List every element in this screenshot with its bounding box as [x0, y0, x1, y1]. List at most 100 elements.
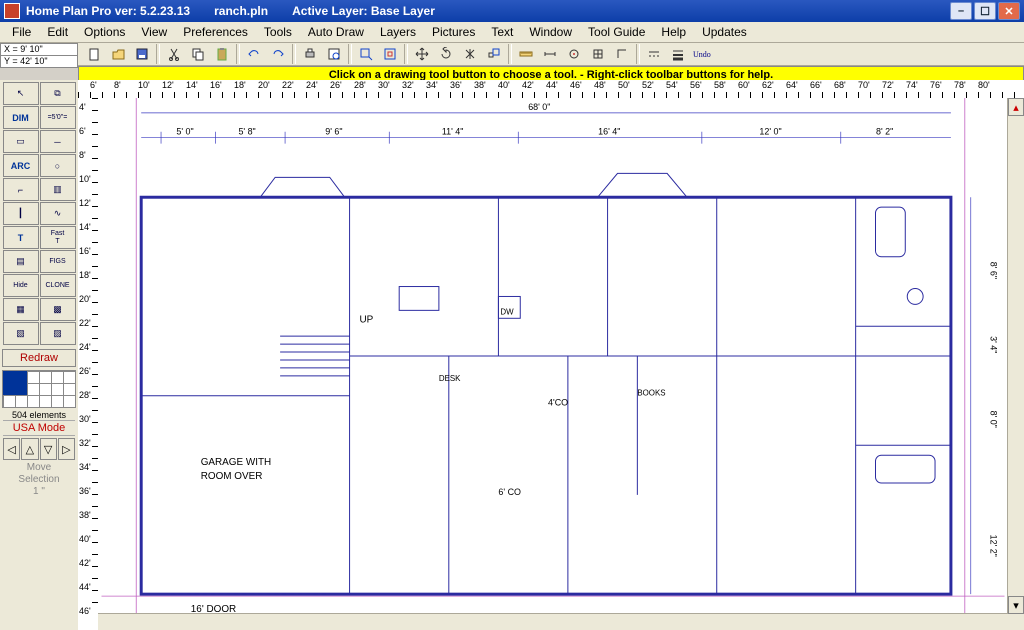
measure-button[interactable] [514, 43, 538, 65]
arc-tool[interactable]: ARC [3, 154, 39, 177]
fill-tool[interactable]: ▤ [3, 250, 39, 273]
dim-top-6: 8' 2" [876, 127, 893, 137]
nudge-right[interactable]: ▷ [58, 438, 75, 460]
mirror-button[interactable] [458, 43, 482, 65]
hruler-tick: 70' [858, 80, 870, 90]
hruler-tick: 34' [426, 80, 438, 90]
hatch2-tool[interactable]: ▩ [40, 298, 76, 321]
minimize-button[interactable]: – [950, 2, 972, 20]
print-preview-button[interactable] [322, 43, 346, 65]
vruler-tick: 28' [79, 390, 91, 400]
rotate-button[interactable] [434, 43, 458, 65]
move-button[interactable] [410, 43, 434, 65]
hide-tool[interactable]: Hide [3, 274, 39, 297]
dimension-button[interactable] [538, 43, 562, 65]
wall-tool[interactable]: ┃ [3, 202, 39, 225]
line-weight-button[interactable] [666, 43, 690, 65]
menu-help[interactable]: Help [653, 23, 694, 41]
hruler-tick: 80' [978, 80, 990, 90]
maximize-button[interactable]: ☐ [974, 2, 996, 20]
select-arrow[interactable]: ↖ [3, 82, 39, 105]
color-swatch[interactable] [2, 370, 76, 408]
label-4co: 4'CO [548, 398, 568, 408]
hatch4-tool[interactable]: ▨ [40, 322, 76, 345]
line-style-button[interactable] [642, 43, 666, 65]
menu-edit[interactable]: Edit [39, 23, 76, 41]
menu-tools[interactable]: Tools [256, 23, 300, 41]
dim-ext-tool[interactable]: =5'0"= [40, 106, 76, 129]
nudge-up[interactable]: △ [21, 438, 38, 460]
scale-button[interactable] [482, 43, 506, 65]
menu-auto-draw[interactable]: Auto Draw [300, 23, 372, 41]
drawing-canvas[interactable]: 68' 0" 5' 0"5' 8"9' 6"11' 4"16' 4"12' 0"… [98, 98, 1008, 614]
scroll-down-icon[interactable]: ▾ [1008, 596, 1024, 614]
copy-button[interactable] [186, 43, 210, 65]
redraw-button[interactable]: Redraw [2, 349, 76, 367]
window-tool[interactable]: ▥ [40, 178, 76, 201]
hatch3-tool[interactable]: ▧ [3, 322, 39, 345]
hruler-tick: 12' [162, 80, 174, 90]
vruler-tick: 8' [79, 150, 86, 160]
select-fence[interactable]: ⧉ [40, 82, 76, 105]
zoom-window-button[interactable] [354, 43, 378, 65]
hruler-tick: 22' [282, 80, 294, 90]
redo-button[interactable] [266, 43, 290, 65]
app-title: Home Plan Pro ver: 5.2.23.13 [26, 4, 190, 18]
menu-updates[interactable]: Updates [694, 23, 755, 41]
horizontal-scrollbar[interactable] [98, 613, 1008, 630]
label-books: BOOKS [637, 389, 665, 398]
menu-options[interactable]: Options [76, 23, 133, 41]
polyline-tool[interactable]: ∿ [40, 202, 76, 225]
line-tool[interactable]: ─ [40, 130, 76, 153]
hruler-tick: 58' [714, 80, 726, 90]
menu-view[interactable]: View [133, 23, 175, 41]
clone-tool[interactable]: CLONE [40, 274, 76, 297]
menu-layers[interactable]: Layers [372, 23, 424, 41]
snap-toggle-button[interactable] [562, 43, 586, 65]
menu-text[interactable]: Text [483, 23, 521, 41]
nudge-left[interactable]: ◁ [3, 438, 20, 460]
zoom-extents-button[interactable] [378, 43, 402, 65]
fast-text-tool[interactable]: Fast T [40, 226, 76, 249]
active-layer: Base Layer [371, 4, 435, 18]
figs-tool[interactable]: FIGS [40, 250, 76, 273]
active-layer-label: Active Layer: [292, 4, 367, 18]
save-file-button[interactable] [130, 43, 154, 65]
horizontal-ruler[interactable]: 6'8'10'12'14'16'18'20'22'24'26'28'30'32'… [78, 80, 1024, 99]
scroll-up-icon[interactable]: ▴ [1008, 98, 1024, 116]
label-desk: DESK [439, 374, 461, 383]
text-tool[interactable]: T [3, 226, 39, 249]
cut-button[interactable] [162, 43, 186, 65]
label-up: UP [360, 314, 374, 325]
label-garage: GARAGE WITHROOM OVER [201, 457, 271, 482]
vertical-scrollbar[interactable]: ▴ ▾ [1007, 98, 1024, 614]
close-button[interactable]: ✕ [998, 2, 1020, 20]
menu-pictures[interactable]: Pictures [424, 23, 483, 41]
paste-button[interactable] [210, 43, 234, 65]
rect-tool[interactable]: ▭ [3, 130, 39, 153]
new-file-button[interactable] [82, 43, 106, 65]
vertical-ruler[interactable]: 4'6'8'10'12'14'16'18'20'22'24'26'28'30'3… [78, 98, 99, 614]
grid-toggle-button[interactable] [586, 43, 610, 65]
nudge-down[interactable]: ▽ [40, 438, 57, 460]
dim-right-3: 12' 2" [989, 535, 999, 557]
menu-file[interactable]: File [4, 23, 39, 41]
dim-top-5: 12' 0" [759, 127, 781, 137]
print-button[interactable] [298, 43, 322, 65]
hatch1-tool[interactable]: ▦ [3, 298, 39, 321]
open-file-button[interactable] [106, 43, 130, 65]
ortho-toggle-button[interactable] [610, 43, 634, 65]
vruler-tick: 38' [79, 510, 91, 520]
undo-button[interactable] [242, 43, 266, 65]
circle-tool[interactable]: ○ [40, 154, 76, 177]
menu-preferences[interactable]: Preferences [175, 23, 256, 41]
hruler-tick: 68' [834, 80, 846, 90]
door-tool[interactable]: ⌐ [3, 178, 39, 201]
dim-right-0: 8' 6" [989, 262, 999, 279]
dim-tool[interactable]: DIM [3, 106, 39, 129]
hruler-tick: 8' [114, 80, 121, 90]
undo-dropdown[interactable]: Undo [690, 43, 714, 65]
menu-tool-guide[interactable]: Tool Guide [580, 23, 653, 41]
menu-window[interactable]: Window [521, 23, 580, 41]
units-mode[interactable]: USA Mode [3, 420, 75, 436]
